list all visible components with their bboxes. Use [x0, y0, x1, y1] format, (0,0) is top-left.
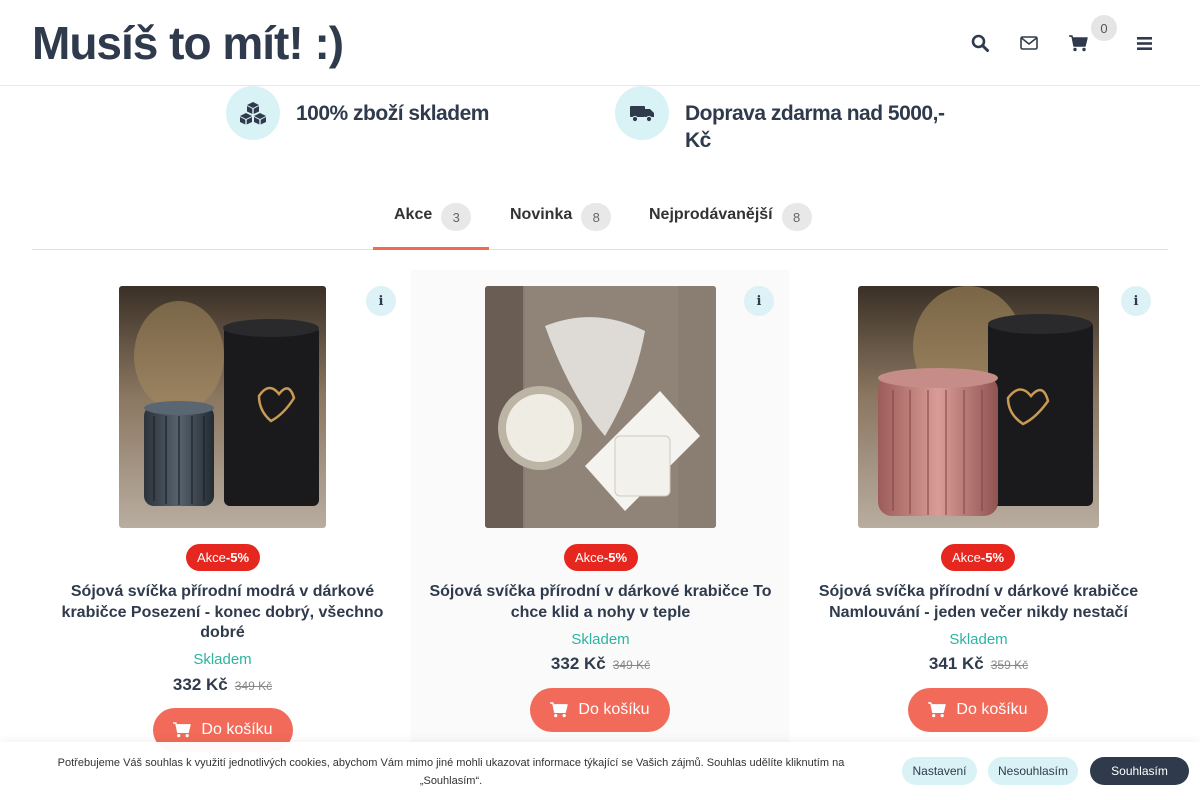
truck-icon — [615, 86, 669, 140]
stock-status: Skladem — [949, 631, 1008, 648]
cookie-consent-bar: Potřebujeme Váš souhlas k využití jednot… — [0, 742, 1200, 800]
product-price: 332 Kč 349 Kč — [428, 654, 773, 674]
tab-count: 8 — [581, 203, 612, 231]
current-price: 332 Kč — [550, 654, 606, 673]
tab-count: 3 — [441, 203, 472, 231]
sale-badge: Akce -5% — [564, 544, 638, 571]
cookie-message: Potřebujeme Váš souhlas k využití jednot… — [57, 757, 845, 787]
add-to-cart-button[interactable]: Do košíku — [908, 688, 1048, 732]
product-image[interactable] — [485, 286, 716, 528]
cookie-disagree-button[interactable]: Nesouhlasím — [988, 757, 1078, 785]
cubes-icon — [226, 86, 280, 140]
stock-status: Skladem — [193, 651, 252, 668]
old-price: 349 Kč — [234, 679, 273, 693]
add-to-cart-button[interactable]: Do košíku — [530, 688, 670, 732]
feature-free-shipping: Doprava zdarma nad 5000,- Kč — [615, 86, 975, 154]
info-button[interactable]: i — [366, 286, 396, 316]
product-title[interactable]: Sójová svíčka přírodní v dárkové krabičc… — [806, 582, 1151, 623]
search-icon[interactable] — [965, 28, 995, 58]
product-tabs: Akce 3 Novinka 8 Nejprodávanější 8 — [32, 196, 1168, 250]
cookie-settings-button[interactable]: Nastavení — [902, 757, 977, 785]
cart-icon — [550, 702, 569, 718]
cart-icon[interactable] — [1063, 28, 1093, 58]
feature-text: Doprava zdarma nad 5000,- Kč — [685, 102, 945, 152]
info-button[interactable]: i — [744, 286, 774, 316]
current-price: 332 Kč — [172, 675, 228, 694]
sale-badge: Akce -5% — [941, 544, 1015, 571]
menu-icon[interactable] — [1129, 28, 1159, 58]
badge-prefix: Akce — [951, 550, 981, 565]
info-button[interactable]: i — [1121, 286, 1151, 316]
cart-icon — [173, 722, 192, 738]
button-label: Do košíku — [201, 721, 273, 738]
cart-count-badge: 0 — [1091, 15, 1117, 41]
stock-status: Skladem — [571, 631, 630, 648]
envelope-icon[interactable] — [1014, 28, 1044, 58]
sale-badge: Akce -5% — [186, 544, 260, 571]
site-header: Musíš to mít! :) 0 — [0, 0, 1200, 86]
product-price: 332 Kč 349 Kč — [50, 675, 395, 695]
product-image[interactable] — [119, 286, 326, 528]
site-logo[interactable]: Musíš to mít! :) — [32, 16, 344, 70]
badge-value: -5% — [603, 550, 628, 565]
button-label: Do košíku — [578, 701, 650, 718]
old-price: 349 Kč — [612, 658, 651, 672]
tab-count: 8 — [781, 203, 812, 231]
tab-label: Nejprodávanější — [649, 206, 773, 223]
cart-icon — [928, 702, 947, 718]
badge-value: -5% — [980, 550, 1005, 565]
cookie-agree-button[interactable]: Souhlasím — [1090, 757, 1189, 785]
tab-nejprodavanejsi[interactable]: Nejprodávanější 8 — [649, 196, 812, 250]
product-price: 341 Kč 359 Kč — [806, 654, 1151, 674]
badge-prefix: Akce — [196, 550, 226, 565]
tab-label: Akce — [394, 206, 433, 223]
tab-akce[interactable]: Akce 3 — [394, 196, 472, 250]
product-image[interactable] — [858, 286, 1099, 528]
button-label: Do košíku — [956, 701, 1028, 718]
badge-prefix: Akce — [574, 550, 604, 565]
active-tab-indicator — [373, 247, 489, 250]
product-title[interactable]: Sójová svíčka přírodní v dárkové krabičc… — [428, 582, 773, 623]
feature-in-stock: 100% zboží skladem — [226, 86, 489, 140]
old-price: 359 Kč — [990, 658, 1029, 672]
badge-value: -5% — [225, 550, 250, 565]
product-title[interactable]: Sójová svíčka přírodní modrá v dárkové k… — [50, 582, 395, 644]
tab-novinka[interactable]: Novinka 8 — [510, 196, 612, 250]
tab-label: Novinka — [510, 206, 573, 223]
current-price: 341 Kč — [928, 654, 984, 673]
feature-text: 100% zboží skladem — [296, 102, 489, 125]
